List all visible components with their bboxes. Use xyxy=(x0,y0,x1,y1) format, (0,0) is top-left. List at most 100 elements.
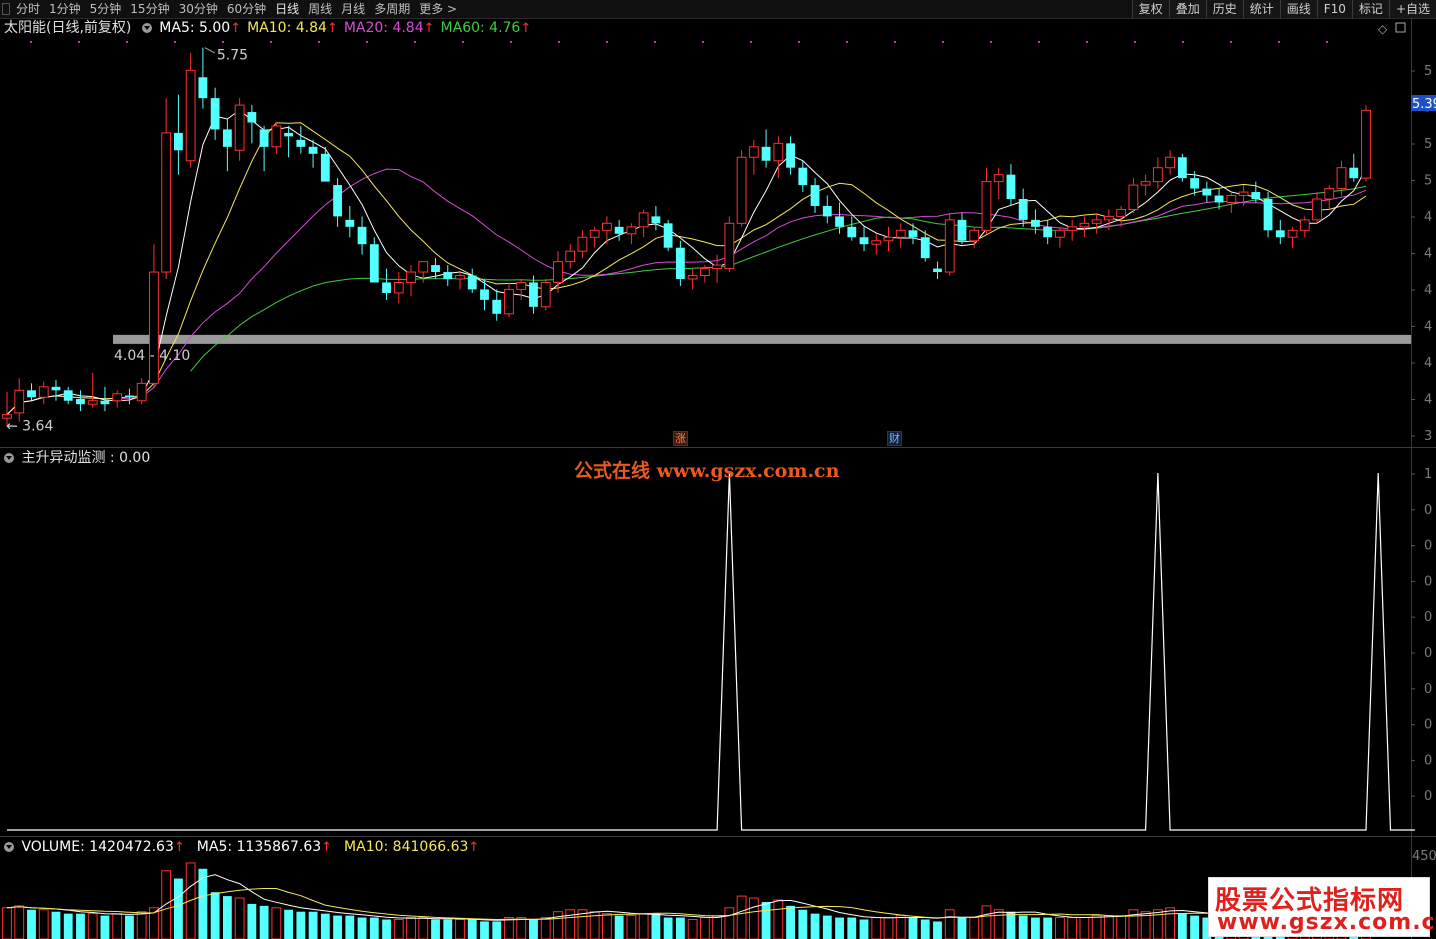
limit-up-tag[interactable]: 涨 xyxy=(673,431,688,446)
volume-bar-87[interactable] xyxy=(1067,917,1078,939)
candle-30[interactable] xyxy=(369,237,379,283)
indicator-chart[interactable]: 1 0 0 0 0 0 0 0 0 0 xyxy=(0,448,1436,836)
volume-bar-77[interactable] xyxy=(944,909,955,939)
candle-85[interactable] xyxy=(1043,219,1053,245)
volume-bar-32[interactable] xyxy=(393,919,404,939)
candle-93[interactable] xyxy=(1140,174,1151,196)
toolbar-button-0[interactable]: 复权 xyxy=(1131,0,1169,18)
volume-bar-84[interactable] xyxy=(1031,917,1040,939)
volume-bar-34[interactable] xyxy=(418,917,429,939)
candle-69[interactable] xyxy=(847,216,857,241)
candle-28[interactable] xyxy=(345,205,355,238)
volume-bar-45[interactable] xyxy=(553,911,563,939)
candle-39[interactable] xyxy=(480,279,489,311)
period-tab-1[interactable]: 1分钟 xyxy=(45,0,86,18)
candle-37[interactable] xyxy=(455,272,465,290)
candle-36[interactable] xyxy=(443,265,453,286)
volume-bar-76[interactable] xyxy=(933,921,942,939)
toolbar-button-1[interactable]: 叠加 xyxy=(1168,0,1206,18)
toolbar-button-3[interactable]: 统计 xyxy=(1242,0,1280,18)
candle-92[interactable] xyxy=(1128,178,1139,213)
toolbar-button-4[interactable]: 画线 xyxy=(1279,0,1317,18)
volume-bar-81[interactable] xyxy=(993,909,1004,939)
period-tab-10[interactable]: 更多 > xyxy=(415,0,462,18)
volume-bar-90[interactable] xyxy=(1103,915,1114,939)
candle-95[interactable] xyxy=(1165,150,1176,175)
dropdown-circle-icon[interactable] xyxy=(141,23,152,33)
candle-21[interactable] xyxy=(259,125,269,172)
volume-bar-66[interactable] xyxy=(810,913,820,939)
candle-48[interactable] xyxy=(589,226,600,248)
volume-bar-74[interactable] xyxy=(908,917,918,939)
volume-bar-83[interactable] xyxy=(1018,915,1028,939)
volume-bar-96[interactable] xyxy=(1177,913,1187,939)
volume-bar-60[interactable] xyxy=(736,895,747,939)
volume-bar-24[interactable] xyxy=(296,911,306,939)
candle-74[interactable] xyxy=(908,223,918,245)
candlestick-chart[interactable]: 5.75← 3.644.04 - 4.105555444444335.39◇ xyxy=(0,19,1436,447)
volume-bar-85[interactable] xyxy=(1043,917,1053,939)
volume-bar-33[interactable] xyxy=(406,917,416,939)
volume-bar-27[interactable] xyxy=(333,915,342,939)
volume-bar-75[interactable] xyxy=(920,919,930,939)
volume-bar-65[interactable] xyxy=(798,909,808,939)
candle-59[interactable] xyxy=(724,216,735,273)
candle-65[interactable] xyxy=(798,160,808,193)
volume-bar-57[interactable] xyxy=(699,917,710,939)
volume-bar-29[interactable] xyxy=(357,917,367,939)
candle-86[interactable] xyxy=(1055,226,1065,248)
volume-bar-95[interactable] xyxy=(1165,907,1176,939)
candle-84[interactable] xyxy=(1031,209,1040,234)
candle-64[interactable] xyxy=(786,136,795,175)
candle-88[interactable] xyxy=(1079,216,1090,238)
candle-14[interactable] xyxy=(173,94,183,175)
volume-bar-79[interactable] xyxy=(969,917,980,939)
candle-50[interactable] xyxy=(614,219,624,241)
candle-40[interactable] xyxy=(492,289,502,321)
toolbar-button-7[interactable]: +自选 xyxy=(1388,0,1436,18)
candle-70[interactable] xyxy=(859,226,869,252)
volume-bar-4[interactable] xyxy=(51,911,61,939)
candle-1[interactable] xyxy=(14,378,25,422)
period-tab-3[interactable]: 15分钟 xyxy=(126,0,174,18)
volume-bar-3[interactable] xyxy=(38,909,49,939)
volume-bar-2[interactable] xyxy=(27,909,36,939)
candle-24[interactable] xyxy=(296,125,306,154)
maximize-icon[interactable] xyxy=(1395,22,1406,33)
period-tab-0[interactable]: 分时 xyxy=(12,0,45,18)
volume-bar-67[interactable] xyxy=(822,915,832,939)
candle-80[interactable] xyxy=(981,167,992,234)
volume-bar-71[interactable] xyxy=(871,917,882,939)
candle-87[interactable] xyxy=(1067,219,1078,241)
volume-bar-28[interactable] xyxy=(345,915,355,939)
candle-111[interactable] xyxy=(1361,105,1371,182)
candle-9[interactable] xyxy=(112,390,123,408)
candle-32[interactable] xyxy=(393,272,404,304)
candle-72[interactable] xyxy=(883,226,894,252)
candle-108[interactable] xyxy=(1324,185,1335,210)
volume-bar-40[interactable] xyxy=(492,921,502,939)
candle-68[interactable] xyxy=(835,202,844,234)
candle-42[interactable] xyxy=(516,279,527,300)
volume-bar-53[interactable] xyxy=(651,913,661,939)
candle-94[interactable] xyxy=(1152,157,1163,189)
volume-bar-46[interactable] xyxy=(565,909,576,939)
candle-6[interactable] xyxy=(76,390,85,412)
candle-29[interactable] xyxy=(357,216,367,255)
candle-15[interactable] xyxy=(185,52,196,168)
volume-bar-22[interactable] xyxy=(271,907,282,939)
volume-bar-36[interactable] xyxy=(443,919,453,939)
candle-100[interactable] xyxy=(1226,192,1237,213)
period-tab-8[interactable]: 月线 xyxy=(337,0,370,18)
volume-bar-64[interactable] xyxy=(786,905,795,939)
period-tab-5[interactable]: 60分钟 xyxy=(223,0,271,18)
volume-bar-5[interactable] xyxy=(63,913,73,939)
diamond-icon[interactable]: ◇ xyxy=(1378,22,1388,36)
candle-49[interactable] xyxy=(602,216,612,245)
candle-56[interactable] xyxy=(687,268,698,290)
toolbar-button-5[interactable]: F10 xyxy=(1316,0,1352,18)
candle-104[interactable] xyxy=(1275,219,1285,245)
candle-43[interactable] xyxy=(529,275,538,314)
volume-bar-69[interactable] xyxy=(847,917,857,939)
candle-20[interactable] xyxy=(247,105,257,144)
